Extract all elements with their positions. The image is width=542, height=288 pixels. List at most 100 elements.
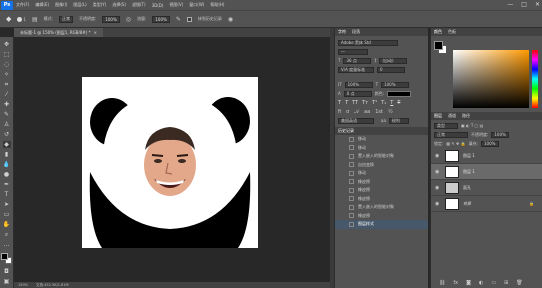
tab-swatches[interactable]: 色板: [448, 29, 456, 35]
underline-button[interactable]: T: [390, 100, 393, 106]
tab-color[interactable]: 颜色: [434, 29, 442, 35]
more-tools-icon[interactable]: …: [3, 241, 11, 248]
superscript-button[interactable]: T¹: [372, 100, 377, 106]
history-item[interactable]: 自由变换: [335, 161, 428, 170]
layer-row[interactable]: ◉ 图层 1: [431, 148, 542, 164]
subscript-button[interactable]: T₁: [381, 100, 386, 106]
blur-tool-icon[interactable]: 💧: [3, 161, 11, 168]
healing-brush-tool-icon[interactable]: ✚: [3, 101, 11, 108]
language-select[interactable]: 美国英语: [338, 117, 374, 124]
menu-image[interactable]: 图像(I): [55, 2, 67, 8]
swash-button[interactable]: 𝒜: [354, 109, 359, 115]
menu-3d[interactable]: 3D(D): [152, 3, 164, 8]
tab-channels[interactable]: 通道: [448, 113, 456, 119]
faux-italic-button[interactable]: T: [345, 100, 348, 106]
visibility-eye-icon[interactable]: ◉: [435, 185, 441, 191]
history-item-selected[interactable]: 图层样式: [335, 220, 428, 229]
hue-slider[interactable]: [532, 50, 538, 108]
rectangle-tool-icon[interactable]: ▭: [3, 211, 11, 218]
tab-paragraph[interactable]: 段落: [352, 29, 360, 35]
pen-tool-icon[interactable]: ✒: [3, 181, 11, 188]
eyedropper-tool-icon[interactable]: ⁄: [3, 91, 11, 98]
horizontal-scale-input[interactable]: 100%: [381, 81, 410, 88]
history-item[interactable]: 移动: [335, 135, 428, 144]
faux-bold-button[interactable]: T: [338, 100, 341, 106]
brush-preset-picker[interactable]: 1: [17, 16, 26, 22]
color-fg-swatch[interactable]: [434, 41, 443, 50]
menu-select[interactable]: 选择(S): [112, 2, 126, 8]
tab-layers[interactable]: 图层: [434, 113, 442, 119]
menu-view[interactable]: 视图(V): [169, 2, 183, 8]
small-caps-button[interactable]: Tт: [362, 100, 368, 106]
clone-stamp-tool-icon[interactable]: ♙: [3, 121, 11, 128]
pressure-size-icon[interactable]: ◉: [228, 16, 233, 23]
menu-window[interactable]: 窗口(W): [189, 2, 204, 8]
leading-input[interactable]: (自动): [379, 57, 408, 64]
marquee-tool-icon[interactable]: ⬚: [3, 51, 11, 58]
quick-mask-icon[interactable]: ◘: [3, 268, 11, 275]
eraser-tool-active-icon[interactable]: ◆: [2, 141, 11, 148]
layer-row[interactable]: ◉ 背景 🔒: [431, 196, 542, 212]
oldstyle-button[interactable]: σ: [346, 109, 349, 115]
tab-character[interactable]: 字符: [338, 29, 346, 35]
mode-select[interactable]: 正常: [58, 15, 73, 23]
history-checkbox[interactable]: [186, 16, 192, 22]
opacity-input[interactable]: 100%: [102, 15, 120, 23]
new-group-icon[interactable]: ▭: [491, 280, 496, 286]
history-item[interactable]: 置入嵌入的智能对象: [335, 203, 428, 212]
document-canvas[interactable]: [82, 77, 258, 248]
fractions-button[interactable]: ½: [388, 109, 393, 115]
layer-row-selected[interactable]: ◉ 图层 1: [431, 164, 542, 180]
menu-filter[interactable]: 滤镜(T): [132, 2, 146, 8]
font-style-select[interactable]: —: [338, 48, 368, 55]
menu-type[interactable]: 类型(Y): [93, 2, 107, 8]
menu-layer[interactable]: 图层(L): [73, 2, 86, 8]
lock-icons[interactable]: ▩ ✎ ✥ 🔒: [446, 141, 465, 146]
menu-help[interactable]: 帮助(H): [210, 2, 224, 8]
visibility-eye-icon[interactable]: ◉: [435, 169, 441, 175]
alternates-button[interactable]: aa: [364, 109, 370, 115]
history-item[interactable]: 橡皮擦: [335, 212, 428, 221]
layer-opacity-input[interactable]: 100%: [491, 131, 510, 138]
dodge-tool-icon[interactable]: ●: [3, 171, 11, 178]
color-swatches[interactable]: [0, 253, 13, 265]
history-panel-title[interactable]: 历史记录: [338, 128, 354, 134]
add-mask-icon[interactable]: ◙: [466, 280, 471, 286]
color-field[interactable]: [453, 50, 529, 108]
type-tool-icon[interactable]: T: [3, 191, 11, 198]
history-item[interactable]: 置入嵌入的智能对象: [335, 152, 428, 161]
ligature-button[interactable]: fi: [338, 109, 341, 115]
screen-mode-icon[interactable]: ▣: [3, 278, 11, 285]
gradient-tool-icon[interactable]: ▮: [3, 151, 11, 158]
blend-mode-select[interactable]: 正常: [434, 131, 468, 138]
fill-input[interactable]: 100%: [481, 140, 499, 147]
delete-layer-icon[interactable]: 🗑: [516, 280, 522, 286]
history-item[interactable]: 橡皮擦: [335, 186, 428, 195]
new-layer-icon[interactable]: ⊞: [504, 280, 508, 286]
history-item[interactable]: 移动: [335, 169, 428, 178]
foreground-color-swatch[interactable]: [0, 253, 8, 260]
history-item[interactable]: 移动: [335, 144, 428, 153]
flow-input[interactable]: 100%: [152, 15, 170, 23]
minimize-button[interactable]: —: [507, 1, 513, 8]
brush-tool-icon[interactable]: ✎: [3, 111, 11, 118]
close-window-button[interactable]: ✕: [535, 1, 540, 8]
hand-tool-icon[interactable]: ✋: [3, 221, 11, 228]
strikethrough-button[interactable]: T: [397, 100, 400, 106]
layer-style-icon[interactable]: fx: [453, 280, 458, 286]
history-item[interactable]: 橡皮擦: [335, 178, 428, 187]
document-tab[interactable]: 未标题-1 @ 150% (图层1, RGB/8#) * ×: [14, 28, 103, 37]
menu-edit[interactable]: 编辑(E): [35, 2, 49, 8]
crop-tool-icon[interactable]: ⌗: [3, 81, 11, 88]
zoom-tool-icon[interactable]: ⌕: [3, 231, 11, 238]
visibility-eye-icon[interactable]: ◉: [435, 153, 441, 159]
lasso-tool-icon[interactable]: ◌: [3, 61, 11, 68]
move-tool-icon[interactable]: ✥: [3, 41, 11, 48]
brush-settings-icon[interactable]: ▤: [32, 16, 38, 23]
airbrush-icon[interactable]: ✎: [176, 16, 181, 23]
vertical-scale-input[interactable]: 100%: [344, 81, 373, 88]
baseline-input[interactable]: 0 点: [343, 90, 372, 97]
menu-file[interactable]: 文件(F): [16, 2, 29, 8]
font-family-select[interactable]: Adobe 黑体 Std: [338, 39, 398, 46]
maximize-button[interactable]: □: [521, 1, 527, 8]
